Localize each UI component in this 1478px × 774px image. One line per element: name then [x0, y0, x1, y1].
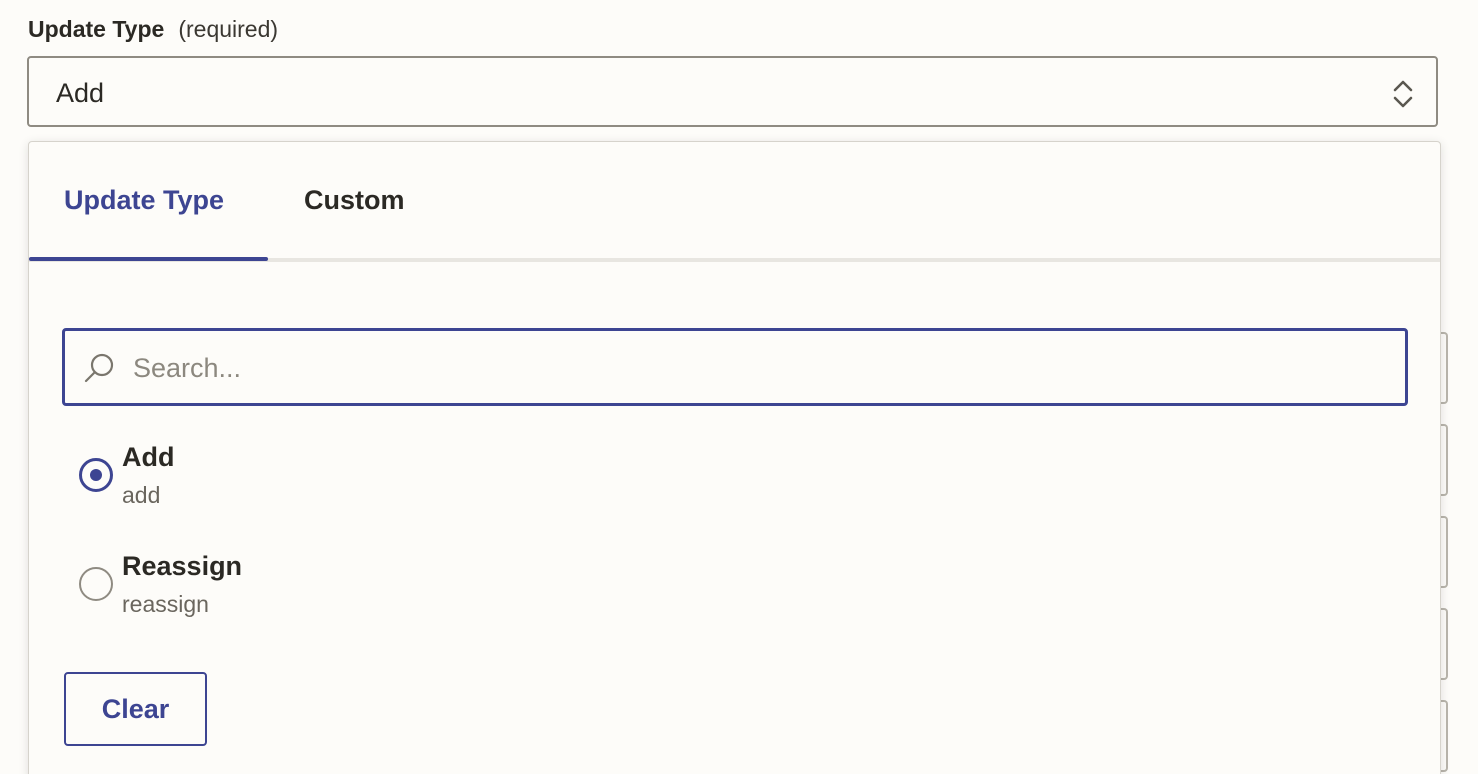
radio-unselected[interactable] [79, 567, 113, 601]
option-value: reassign [122, 591, 209, 617]
option-reassign[interactable]: Reassign reassign [79, 551, 879, 621]
option-label: Add [122, 442, 175, 472]
option-add[interactable]: Add add [79, 442, 879, 512]
required-indicator: (required) [178, 16, 279, 42]
active-tab-indicator [29, 257, 268, 261]
update-type-field-page: Update Type (required) Add Update Type Cu… [0, 0, 1478, 774]
radio-selected[interactable] [79, 458, 113, 492]
field-label: Update Type (required) [28, 16, 278, 43]
dropdown-panel: Update Type Custom Add add Reassign reas… [28, 141, 1441, 774]
option-label: Reassign [122, 551, 243, 581]
field-label-name: Update Type [28, 16, 165, 42]
search-box [62, 328, 1408, 406]
chevron-up-down-icon [1393, 80, 1413, 108]
search-icon [84, 353, 114, 383]
tab-update-type[interactable]: Update Type [64, 185, 224, 216]
dropdown-tabs: Update Type Custom [29, 142, 1440, 262]
search-input[interactable] [131, 343, 1335, 393]
clear-button[interactable]: Clear [64, 672, 207, 746]
update-type-select[interactable]: Add [27, 56, 1438, 127]
tab-custom[interactable]: Custom [304, 185, 405, 216]
select-value: Add [56, 78, 105, 108]
option-value: add [122, 482, 161, 508]
